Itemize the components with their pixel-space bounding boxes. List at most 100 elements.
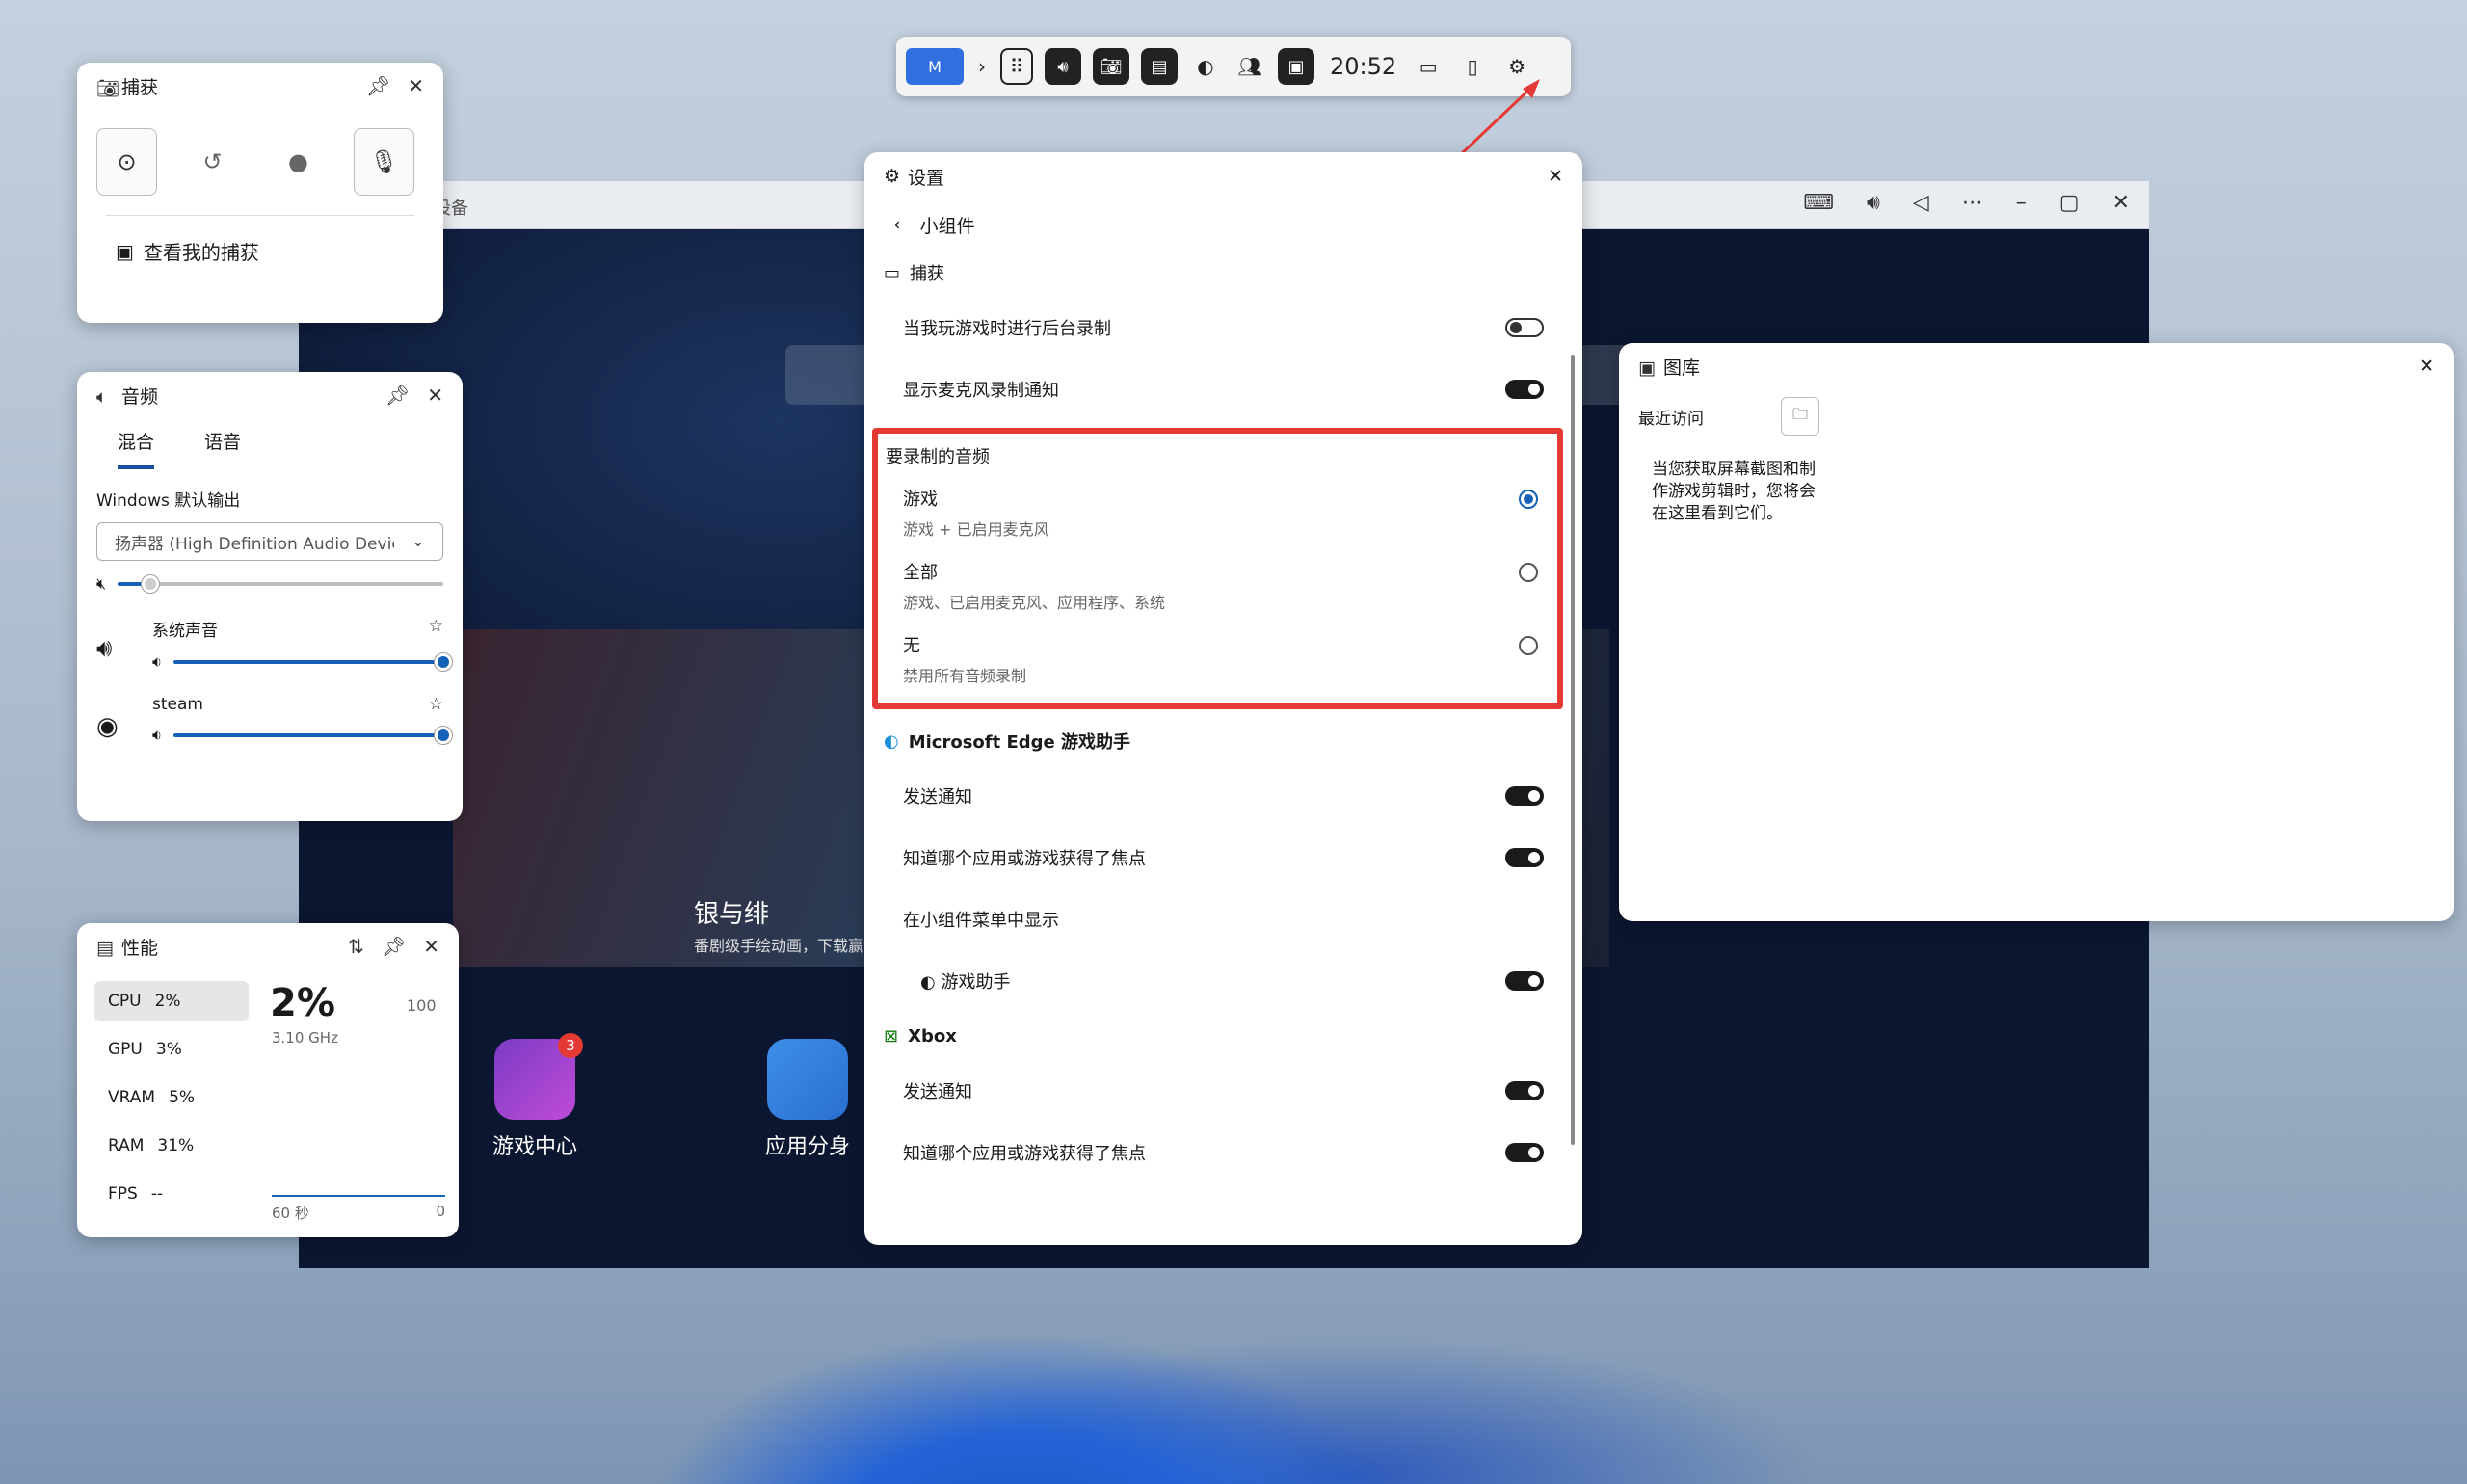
pin-icon[interactable]: 📌︎	[385, 384, 410, 407]
performance-widget: ▤ 性能 ⇅ 📌︎ ✕ CPU 2% GPU 3% VRAM 5% RAM 31% FPS --…	[77, 923, 459, 1237]
perf-value: 3%	[155, 1040, 182, 1059]
performance-title: 性能	[121, 937, 159, 959]
edge-send-notify-toggle[interactable]	[1505, 786, 1544, 806]
perf-big-value: 2%	[270, 981, 335, 1025]
gallery-widget: ▣ 图库 ✕ 最近访问 🗀 当您获取屏幕截图和制作游戏剪辑时，您将会在这里看到它们。	[1619, 343, 2454, 921]
maximize-icon[interactable]: ▢	[2059, 191, 2080, 215]
volume-icon[interactable]: 🔉︎	[152, 726, 162, 745]
favorite-icon[interactable]: ☆	[429, 617, 443, 641]
view-captures-label: 查看我的捕获	[143, 241, 259, 264]
audio-title: 音频	[121, 385, 159, 408]
capture-title: 捕获	[121, 76, 159, 98]
mic-notify-toggle[interactable]	[1505, 380, 1544, 399]
radio-game[interactable]	[1519, 490, 1538, 509]
option-all[interactable]: 全部游戏、已启用麦克风、应用程序、系统	[878, 551, 1557, 624]
radio-none[interactable]	[1519, 636, 1538, 655]
close-icon[interactable]: ✕	[2112, 191, 2130, 215]
output-device-select[interactable]: 扬声器 (High Definition Audio Device) ⌄	[96, 522, 443, 561]
widget-menu-icon[interactable]: ⠿	[1000, 48, 1033, 85]
favorite-icon[interactable]: ☆	[429, 695, 443, 714]
option-desc: 游戏、已启用麦克风、应用程序、系统	[903, 594, 1166, 612]
perf-ram[interactable]: RAM 31%	[94, 1126, 249, 1166]
chevron-left-icon: ‹	[893, 214, 901, 235]
camera-icon: 📷︎	[96, 78, 120, 99]
game-helper-toggle[interactable]	[1505, 971, 1544, 991]
clock: 20:52	[1330, 53, 1397, 80]
audio-widget: 🔈︎ 音频 📌︎ ✕ 混合 语音 Windows 默认输出 扬声器 (High De…	[77, 372, 463, 821]
perf-gpu[interactable]: GPU 3%	[94, 1029, 249, 1070]
app-logo-icon[interactable]: M	[906, 48, 964, 85]
mic-notify-label: 显示麦克风录制通知	[903, 381, 1059, 401]
bg-record-toggle[interactable]	[1505, 318, 1544, 337]
back-icon[interactable]: ◁	[1913, 191, 1929, 215]
audio-options-highlight: 要录制的音频 游戏 游戏 + 已启用麦克风 全部 游戏、已启用麦克风、应用程序、系统…	[872, 428, 1563, 709]
muted-speaker-icon[interactable]: 🔇︎	[96, 574, 106, 594]
pin-icon[interactable]: 📌︎	[382, 935, 406, 958]
minimize-icon[interactable]: –	[2016, 191, 2027, 215]
record-last-button[interactable]: ↺	[182, 128, 243, 196]
steam-volume-slider[interactable]	[173, 727, 452, 744]
banner-title: 银与绯	[694, 900, 770, 929]
option-label: 全部	[903, 563, 938, 583]
back-to-widgets[interactable]: ‹ 小组件	[864, 200, 1582, 249]
send-notify-label: 发送通知	[903, 1082, 972, 1102]
perf-value: --	[150, 1184, 164, 1204]
axis-left: 60 秒	[272, 1205, 309, 1222]
open-folder-button[interactable]: 🗀	[1781, 397, 1819, 436]
gallery-icon: ▣	[116, 239, 134, 263]
xbox-focus-toggle[interactable]	[1505, 1143, 1544, 1162]
device-name: 扬声器 (High Definition Audio Device)	[115, 534, 394, 554]
close-icon[interactable]: ✕	[1548, 166, 1563, 187]
view-captures-link[interactable]: ▣ 查看我的捕获	[77, 216, 443, 286]
xbox-send-notify-toggle[interactable]	[1505, 1081, 1544, 1100]
show-in-menu-row: 在小组件菜单中显示	[864, 888, 1582, 950]
perf-vram[interactable]: VRAM 5%	[94, 1077, 249, 1118]
perf-value: 5%	[169, 1088, 196, 1107]
focus-label: 知道哪个应用或游戏获得了焦点	[903, 1144, 1146, 1164]
mic-off-button[interactable]: 🎙︎	[353, 128, 414, 196]
perf-cpu[interactable]: CPU 2%	[94, 981, 249, 1021]
edge-focus-toggle[interactable]	[1505, 848, 1544, 867]
master-volume-slider[interactable]	[118, 575, 443, 593]
gear-icon: ⚙	[884, 166, 901, 187]
gallery-widget-button[interactable]: ▣	[1278, 48, 1314, 85]
screenshot-button[interactable]: ⊙	[96, 128, 158, 196]
gallery-empty-text: 当您获取屏幕截图和制作游戏剪辑时，您将会在这里看到它们。	[1652, 460, 1816, 523]
recent-label: 最近访问	[1638, 409, 1704, 429]
performance-widget-button[interactable]: ▤	[1141, 48, 1178, 85]
back-label: 小组件	[919, 215, 975, 237]
tab-mix[interactable]: 混合	[118, 428, 155, 469]
social-icon[interactable]: 👥︎	[1234, 48, 1266, 85]
edge-send-notify-row: 发送通知	[864, 765, 1582, 827]
send-notify-label: 发送通知	[903, 787, 972, 808]
app-clone[interactable]: 应用分身	[764, 1039, 851, 1160]
pin-icon[interactable]: 📌︎	[366, 74, 390, 97]
close-icon[interactable]: ✕	[408, 74, 424, 97]
tab-voice[interactable]: 语音	[204, 428, 241, 469]
close-icon[interactable]: ✕	[2419, 356, 2434, 377]
system-sound-icon: 🔊︎	[96, 634, 113, 663]
edge-icon: ◐	[884, 730, 899, 752]
volume-icon[interactable]: 🔉︎	[152, 652, 162, 672]
capture-widget-button[interactable]: 📷︎	[1093, 48, 1129, 85]
close-icon[interactable]: ✕	[423, 935, 439, 958]
close-icon[interactable]: ✕	[427, 384, 443, 407]
option-none[interactable]: 无禁用所有音频录制	[878, 624, 1557, 698]
perf-fps[interactable]: FPS --	[94, 1174, 249, 1214]
radio-all[interactable]	[1519, 563, 1538, 582]
audio-widget-button[interactable]: 🔊︎	[1045, 48, 1081, 85]
system-volume-slider[interactable]	[173, 653, 452, 671]
more-icon[interactable]: ⋯	[1962, 191, 1983, 215]
option-game[interactable]: 游戏 游戏 + 已启用麦克风	[878, 478, 1557, 551]
keyboard-icon[interactable]: ⌨	[1803, 191, 1834, 215]
xbox-send-notify-row: 发送通知	[864, 1060, 1582, 1122]
volume-icon[interactable]: 🔊︎	[1867, 191, 1880, 215]
record-button[interactable]: ●	[268, 128, 329, 196]
speaker-icon: 🔈︎	[96, 386, 108, 408]
settings-scrollbar[interactable]	[1571, 355, 1575, 1145]
edge-icon[interactable]: ◐	[1189, 48, 1222, 85]
options-icon[interactable]: ⇅	[348, 935, 364, 958]
app-game-center[interactable]: 3 游戏中心	[491, 1033, 583, 1160]
output-label: Windows 默认输出	[96, 491, 241, 511]
settings-panel: ⚙ 设置 ✕ ‹ 小组件 ▭ 捕获 当我玩游戏时进行后台录制 显示麦克风录制通知 要录制…	[864, 152, 1582, 1245]
